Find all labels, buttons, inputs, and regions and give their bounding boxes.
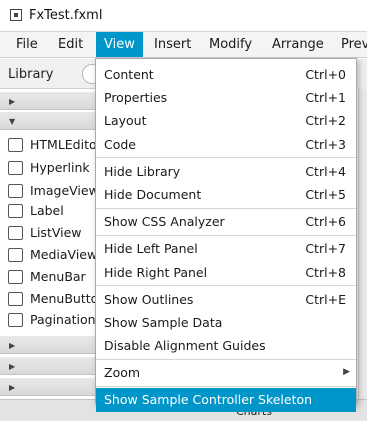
menu-separator [96, 385, 356, 387]
html-editor-icon [8, 138, 23, 152]
menu-item-disable-alignment-guides[interactable]: Disable Alignment Guides [96, 334, 356, 357]
menu-item-label: Code [104, 136, 137, 152]
library-item-label: ListView [30, 225, 82, 240]
library-item-pagination[interactable]: Pagination [0, 309, 100, 331]
menu-bar: File Edit View Insert Modify Arrange Pre… [0, 32, 367, 58]
menubutton-icon [8, 292, 23, 306]
shortcut-label: Ctrl+3 [305, 136, 346, 152]
library-item-listview[interactable]: ListView [0, 222, 100, 244]
library-section-expanded[interactable]: ▼ [0, 112, 100, 130]
library-item-label: Pagination [30, 312, 96, 327]
imageview-icon [8, 184, 23, 198]
menu-edit[interactable]: Edit [50, 32, 91, 57]
menu-item-label: Hide Left Panel [104, 241, 198, 257]
menu-item-properties[interactable]: Properties Ctrl+1 [96, 86, 356, 109]
label-icon [8, 204, 23, 218]
shortcut-label: Ctrl+7 [305, 241, 346, 257]
menu-separator [96, 285, 356, 287]
menu-separator [96, 358, 356, 360]
menu-separator [96, 234, 356, 236]
expand-triangle-icon: ▶ [9, 341, 16, 350]
library-item-label: ImageView [30, 183, 99, 198]
menu-item-layout[interactable]: Layout Ctrl+2 [96, 109, 356, 132]
collapse-triangle-icon: ▼ [9, 117, 16, 126]
menu-item-label: Show CSS Analyzer [104, 214, 225, 230]
library-item-label[interactable]: Label [0, 200, 100, 222]
library-item-imageview[interactable]: ImageView [0, 180, 100, 202]
menu-item-show-sample-data[interactable]: Show Sample Data [96, 311, 356, 334]
menu-item-label: Content [104, 67, 154, 82]
library-item-label: HTMLEditor [30, 137, 102, 152]
menu-item-label: Hide Document [104, 186, 202, 202]
menu-arrange[interactable]: Arrange [264, 32, 332, 57]
menu-item-label: Show Sample Data [104, 314, 223, 330]
menu-item-label: Show Sample Controller Skeleton [104, 392, 313, 408]
shortcut-label: Ctrl+4 [305, 163, 346, 179]
menu-item-label: Hide Library [104, 163, 181, 179]
title-bar: FxTest.fxml [0, 0, 367, 32]
menu-item-label: Properties [104, 90, 168, 106]
shortcut-label: Ctrl+0 [305, 67, 346, 82]
menu-item-label: Disable Alignment Guides [104, 338, 266, 354]
shortcut-label: Ctrl+E [305, 291, 346, 307]
menu-item-show-css-analyzer[interactable]: Show CSS Analyzer Ctrl+6 [96, 210, 356, 233]
library-section-collapsed[interactable]: ▶ [0, 357, 100, 375]
mediaview-icon [8, 248, 23, 262]
library-item-label: MediaView [30, 247, 98, 262]
menu-item-content[interactable]: Content Ctrl+0 [96, 63, 356, 86]
library-item-label: Hyperlink [30, 160, 90, 175]
shortcut-label: Ctrl+2 [305, 113, 346, 129]
menu-item-show-sample-controller-skeleton[interactable]: Show Sample Controller Skeleton [96, 388, 356, 412]
menu-modify[interactable]: Modify [201, 32, 260, 57]
submenu-arrow-icon: ▶ [343, 367, 350, 378]
library-item-label: MenuBar [30, 269, 86, 284]
menu-item-show-outlines[interactable]: Show Outlines Ctrl+E [96, 288, 356, 311]
library-section-collapsed[interactable]: ▶ [0, 336, 100, 354]
library-item-menubar[interactable]: MenuBar [0, 266, 100, 288]
menu-item-label: Layout [104, 113, 147, 129]
hyperlink-icon [8, 161, 23, 175]
menu-item-code[interactable]: Code Ctrl+3 [96, 133, 356, 156]
expand-triangle-icon: ▶ [9, 97, 16, 106]
library-section-collapsed[interactable]: ▶ [0, 378, 100, 396]
library-item-htmleditor[interactable]: HTMLEditor [0, 134, 102, 156]
menu-item-hide-left-panel[interactable]: Hide Left Panel Ctrl+7 [96, 237, 356, 260]
menu-item-zoom[interactable]: Zoom ▶ [96, 361, 356, 384]
library-item-label: Label [30, 203, 64, 218]
shortcut-label: Ctrl+1 [305, 90, 346, 106]
menu-item-hide-right-panel[interactable]: Hide Right Panel Ctrl+8 [96, 261, 356, 284]
shortcut-label: Ctrl+6 [305, 214, 346, 230]
menu-preview[interactable]: Previ [333, 32, 367, 57]
shortcut-label: Ctrl+8 [305, 264, 346, 280]
library-title: Library [8, 67, 54, 82]
menu-item-label: Zoom [104, 365, 141, 381]
app-icon [10, 9, 22, 21]
listview-icon [8, 226, 23, 240]
menu-item-label: Show Outlines [104, 291, 194, 307]
library-section-collapsed[interactable]: ▶ [0, 92, 100, 110]
menu-item-hide-document[interactable]: Hide Document Ctrl+5 [96, 183, 356, 206]
library-header: Library [0, 59, 122, 89]
view-menu-dropdown: Content Ctrl+0 Properties Ctrl+1 Layout Ctr… [95, 58, 357, 412]
library-item-hyperlink[interactable]: Hyperlink [0, 157, 100, 179]
menu-item-hide-library[interactable]: Hide Library Ctrl+4 [96, 160, 356, 183]
menu-view[interactable]: View [96, 32, 143, 57]
library-item-mediaview[interactable]: MediaView [0, 244, 100, 266]
menu-separator [96, 207, 356, 209]
menu-separator [96, 157, 356, 159]
pagination-icon [8, 313, 23, 327]
menu-item-label: Hide Right Panel [104, 264, 208, 280]
shortcut-label: Ctrl+5 [305, 186, 346, 202]
menu-insert[interactable]: Insert [146, 32, 199, 57]
menubar-icon [8, 270, 23, 284]
expand-triangle-icon: ▶ [9, 383, 16, 392]
menu-file[interactable]: File [8, 32, 46, 57]
vertical-scrollbar[interactable] [358, 89, 367, 421]
library-item-menubutton[interactable]: MenuButton [0, 288, 106, 310]
window-title: FxTest.fxml [29, 8, 103, 23]
expand-triangle-icon: ▶ [9, 362, 16, 371]
